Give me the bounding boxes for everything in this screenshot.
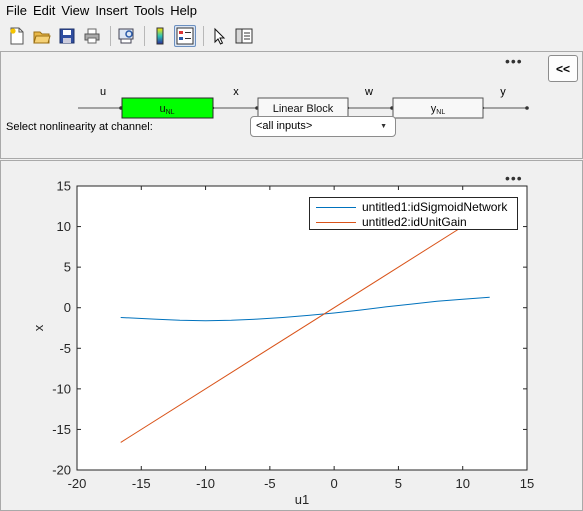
y-tick-label: 5 [64, 260, 71, 275]
plot-legend[interactable]: untitled1:idSigmoidNetwork untitled2:idU… [309, 197, 518, 230]
legend-label-sigmoid: untitled1:idSigmoidNetwork [362, 200, 508, 214]
y-tick-label: 10 [57, 219, 71, 234]
x-tick-label: 10 [455, 476, 469, 491]
x-axis-label: u1 [295, 492, 309, 507]
legend-swatch-sigmoid [316, 206, 356, 208]
nonlinearity-plot[interactable]: -20 -15 -10 -5 0 5 10 15 -20 -15 -10 -5 0 5 10 15 u1 x [0, 0, 583, 511]
x-tick-label: 0 [331, 476, 338, 491]
y-axis-label: x [31, 324, 46, 331]
y-tick-label: 15 [57, 179, 71, 194]
x-tick-label: -5 [264, 476, 276, 491]
legend-entry-sigmoid: untitled1:idSigmoidNetwork [316, 200, 507, 214]
x-tick-label: -15 [132, 476, 151, 491]
y-tick-label: -10 [52, 381, 71, 396]
y-tick-label: -5 [59, 341, 71, 356]
y-tick-label: -20 [52, 463, 71, 478]
y-tick-label: 0 [64, 300, 71, 315]
x-tick-label: 5 [395, 476, 402, 491]
x-tick-label: 15 [520, 476, 534, 491]
y-tick-label: -15 [52, 422, 71, 437]
legend-label-unitgain: untitled2:idUnitGain [362, 215, 467, 229]
x-tick-label: -20 [68, 476, 87, 491]
legend-entry-unitgain: untitled2:idUnitGain [316, 215, 467, 229]
x-tick-label: -10 [196, 476, 215, 491]
legend-swatch-unitgain [316, 221, 356, 223]
